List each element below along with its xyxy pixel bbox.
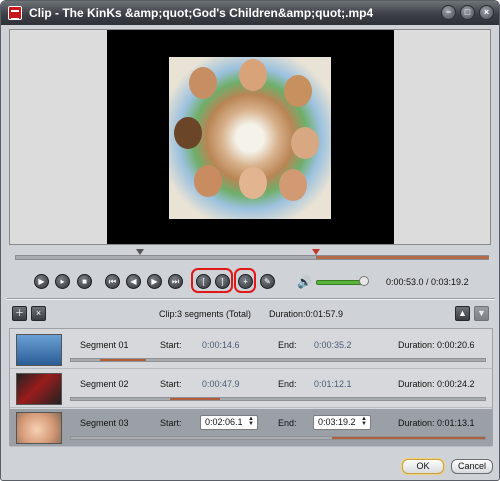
start-label: Start: — [160, 418, 182, 428]
seek-selected-range — [316, 256, 489, 259]
edit-button[interactable]: ✎ — [260, 274, 275, 289]
seek-bar[interactable] — [15, 249, 489, 260]
segment-duration: Duration: 0:00:24.2 — [398, 379, 475, 389]
play-button[interactable]: ▶ — [34, 274, 49, 289]
video-frame-image — [169, 57, 331, 219]
end-label: End: — [278, 379, 297, 389]
end-label: End: — [278, 418, 297, 428]
cancel-button[interactable]: Cancel — [451, 459, 493, 474]
title-bar[interactable]: Clip - The KinKs &amp;quot;God's Childre… — [1, 1, 499, 25]
segment-end: 0:01:12.1 — [314, 379, 352, 389]
divider — [7, 298, 495, 300]
segment-progress-fill — [170, 398, 221, 400]
segment-row[interactable]: Segment 02 Start: 0:00:47.9 End: 0:01:12… — [10, 370, 492, 408]
segment-progress-fill — [331, 437, 485, 439]
step-forward-button[interactable]: ▶ — [147, 274, 162, 289]
maximize-button[interactable]: □ — [460, 5, 475, 20]
spinner-arrows-icon[interactable]: ▲ ▼ — [360, 416, 368, 428]
add-segment-button[interactable]: ＋ — [12, 306, 27, 321]
window-title: Clip - The KinKs &amp;quot;God's Childre… — [29, 6, 374, 20]
segment-row[interactable]: Segment 01 Start: 0:00:14.6 End: 0:00:35… — [10, 331, 492, 369]
end-label: End: — [278, 340, 297, 350]
playhead-marker[interactable] — [136, 249, 144, 255]
segment-duration: Duration: 0:00:20.6 — [398, 340, 475, 350]
speaker-icon[interactable]: 🔊 — [297, 275, 312, 289]
stop-button[interactable]: ■ — [77, 274, 92, 289]
film-icon — [8, 6, 22, 20]
minimize-button[interactable]: − — [441, 5, 456, 20]
segment-name: Segment 02 — [80, 379, 129, 389]
mark-in-button[interactable]: [ — [196, 274, 211, 289]
segment-progress — [70, 436, 486, 440]
clip-total-duration: Duration:0:01:57.9 — [269, 309, 344, 319]
previous-button[interactable]: ⏮ — [105, 274, 120, 289]
segment-end: 0:00:35.2 — [314, 340, 352, 350]
segment-thumbnail — [16, 412, 62, 444]
segment-marker[interactable] — [312, 249, 320, 255]
mark-out-button[interactable]: ] — [215, 274, 230, 289]
play-segment-button[interactable]: ▸ — [55, 274, 70, 289]
segment-thumbnail — [16, 334, 62, 366]
start-label: Start: — [160, 379, 182, 389]
next-button[interactable]: ⏭ — [168, 274, 183, 289]
segment-list: Segment 01 Start: 0:00:14.6 End: 0:00:35… — [9, 328, 493, 447]
volume-slider-thumb[interactable] — [359, 276, 369, 286]
video-viewport — [107, 30, 394, 244]
segment-row[interactable]: Segment 03 Start: 0:02:06.1 ▲ ▼ End: 0:03:… — [10, 409, 492, 447]
clip-toolbar: ＋ × Clip:3 segments (Total) Duration:0:0… — [9, 304, 493, 324]
end-time-spinner[interactable]: 0:03:19.2 ▲ ▼ — [313, 415, 371, 430]
start-time-spinner[interactable]: 0:02:06.1 ▲ ▼ — [200, 415, 258, 430]
segment-progress-fill — [99, 359, 146, 361]
video-preview-area — [9, 29, 491, 245]
new-segment-button[interactable]: + — [238, 274, 253, 289]
move-down-button[interactable]: ▼ — [474, 306, 489, 321]
clip-window: Clip - The KinKs &amp;quot;God's Childre… — [0, 0, 500, 481]
segment-thumbnail — [16, 373, 62, 405]
move-up-button[interactable]: ▲ — [455, 306, 470, 321]
spinner-arrows-icon[interactable]: ▲ ▼ — [247, 416, 255, 428]
timecode: 0:00:53.0 / 0:03:19.2 — [386, 277, 469, 287]
close-button[interactable]: × — [479, 5, 494, 20]
segment-name: Segment 03 — [80, 418, 129, 428]
delete-segment-button[interactable]: × — [31, 306, 46, 321]
segment-name: Segment 01 — [80, 340, 129, 350]
segment-start: 0:00:14.6 — [202, 340, 240, 350]
end-time-value: 0:03:19.2 — [318, 417, 356, 427]
step-back-button[interactable]: ◀ — [126, 274, 141, 289]
start-label: Start: — [160, 340, 182, 350]
start-time-value: 0:02:06.1 — [205, 417, 243, 427]
ok-button[interactable]: OK — [402, 459, 444, 474]
segment-duration: Duration: 0:01:13.1 — [398, 418, 475, 428]
clip-info: Clip:3 segments (Total) — [159, 309, 252, 319]
segment-progress — [70, 397, 486, 401]
segment-start: 0:00:47.9 — [202, 379, 240, 389]
segment-progress — [70, 358, 486, 362]
